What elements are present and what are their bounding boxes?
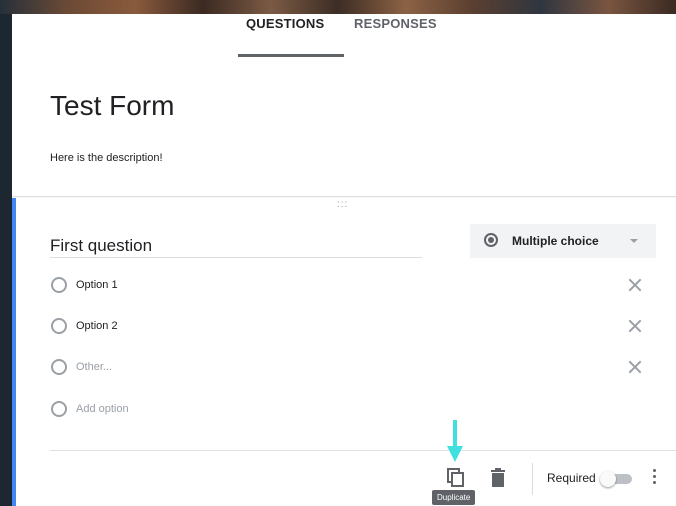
option-radio-icon	[51, 318, 67, 334]
required-label: Required	[547, 471, 596, 485]
option-label[interactable]: Option 2	[76, 320, 118, 332]
question-title-underline	[50, 257, 422, 258]
annotation-arrow-icon	[447, 420, 463, 462]
more-vert-icon[interactable]	[651, 469, 657, 487]
active-tab-indicator	[238, 54, 344, 57]
question-card-accent-bar	[12, 198, 16, 506]
tab-bar	[12, 14, 676, 59]
tab-questions[interactable]: QUESTIONS	[246, 16, 324, 31]
question-title[interactable]: First question	[50, 236, 152, 256]
header-banner-image	[0, 0, 676, 14]
drag-handle-icon[interactable]: :::	[337, 200, 348, 210]
option-radio-icon	[51, 401, 67, 417]
form-description[interactable]: Here is the description!	[50, 152, 163, 164]
form-title[interactable]: Test Form	[50, 90, 174, 122]
required-toggle[interactable]	[600, 471, 634, 487]
add-option-button[interactable]: Add option	[76, 403, 129, 415]
trash-icon[interactable]	[490, 468, 506, 488]
duplicate-icon[interactable]	[447, 468, 465, 488]
form-header-card	[12, 58, 676, 197]
close-icon[interactable]	[628, 360, 642, 374]
option-label[interactable]: Option 1	[76, 279, 118, 291]
close-icon[interactable]	[628, 278, 642, 292]
chevron-down-icon	[630, 239, 638, 243]
footer-vertical-divider	[532, 463, 533, 495]
footer-divider	[50, 450, 676, 451]
other-option-label[interactable]: Other...	[76, 361, 112, 373]
option-radio-icon	[51, 277, 67, 293]
tab-responses[interactable]: RESPONSES	[354, 16, 437, 31]
duplicate-tooltip: Duplicate	[432, 490, 476, 505]
radio-button-icon	[484, 233, 498, 247]
toggle-knob	[600, 471, 616, 487]
question-type-label: Multiple choice	[512, 234, 599, 248]
option-radio-icon	[51, 359, 67, 375]
close-icon[interactable]	[628, 319, 642, 333]
left-background-edge	[0, 14, 12, 506]
